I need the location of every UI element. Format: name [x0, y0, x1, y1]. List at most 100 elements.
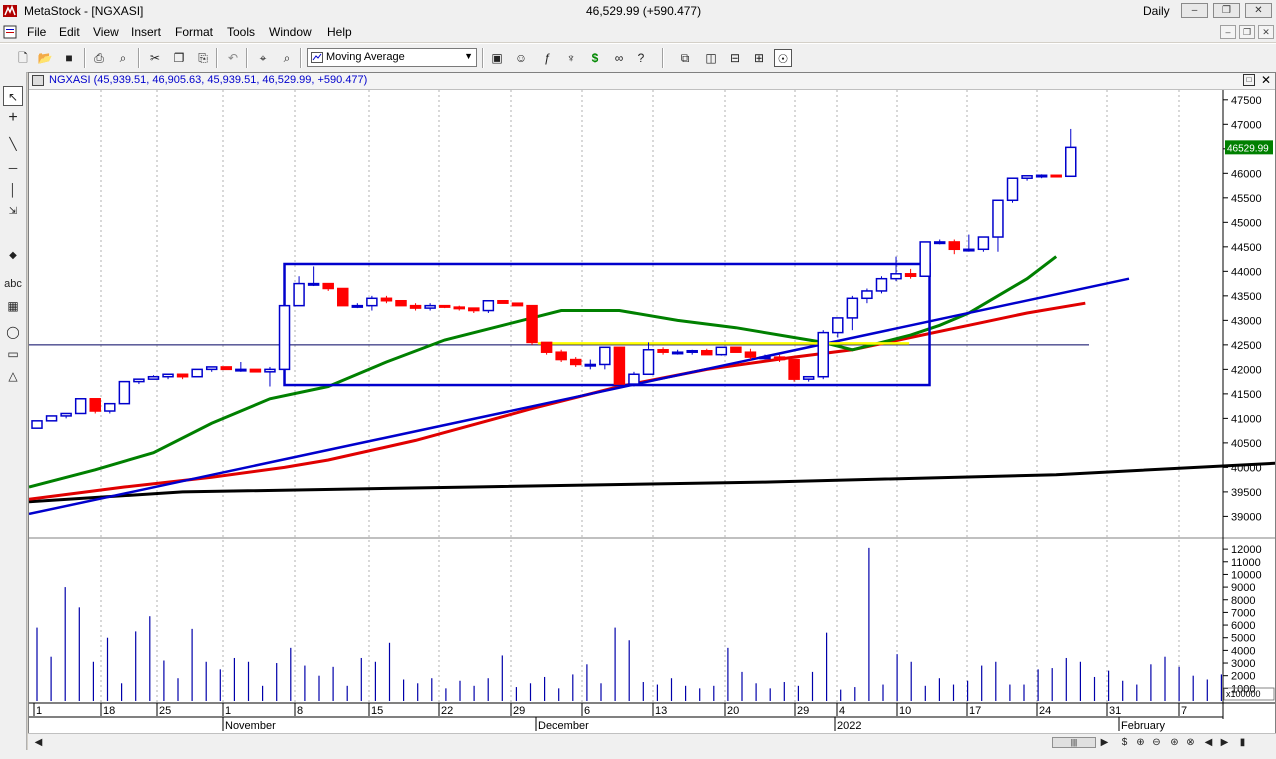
zoom-out-icon[interactable]: ⌕ [278, 49, 296, 67]
expert-advisor-icon[interactable]: ♆ [562, 49, 580, 67]
indicator-builder-icon[interactable]: ▣ [488, 49, 506, 67]
quote-readout: 46,529.99 (+590.477) [586, 4, 702, 18]
candle-body [511, 302, 524, 307]
candle [60, 412, 72, 419]
menu-view[interactable]: View [93, 25, 119, 39]
tile-icon[interactable]: ⊞ [750, 49, 768, 67]
candle-body [1006, 177, 1019, 202]
zoom-in-x-icon[interactable]: ⊕ [1134, 736, 1147, 749]
candle-body [31, 420, 43, 429]
status-bar [0, 750, 1276, 759]
scroll-right-arrow-icon[interactable]: ▶ [1098, 736, 1111, 749]
triangle-icon[interactable]: △ [3, 366, 23, 386]
price-volume-chart[interactable]: 1 18 25 1 8 15 22 29 6 13 20 29 4 10 17 24 31 7November De… [29, 73, 1275, 733]
rectangle-icon[interactable]: ▭ [3, 344, 23, 364]
y-price-label: 44000 [1231, 266, 1262, 278]
system-tester-icon[interactable]: $ [586, 49, 604, 67]
snapshot-icon[interactable]: ☉ [774, 49, 792, 67]
scroll-thumb[interactable]: ||| [1052, 737, 1096, 748]
scroll-lock-icon[interactable]: ▮ [1236, 736, 1249, 749]
menu-insert[interactable]: Insert [131, 25, 161, 39]
undo-icon[interactable]: ↶ [224, 49, 242, 67]
scroll-begin-icon[interactable]: ◀ [1202, 736, 1215, 749]
scroll-end-icon[interactable]: ▶ [1218, 736, 1231, 749]
candle [701, 348, 713, 356]
candle-body [176, 373, 189, 378]
restore-button[interactable]: ❐ [1213, 3, 1240, 18]
y-volume-label: 4000 [1231, 645, 1255, 657]
candle-body [933, 241, 946, 245]
vertical-line-icon[interactable]: │ [3, 180, 23, 200]
indicator-select[interactable]: Moving Average ▼ [307, 48, 477, 67]
tile-vertical-icon[interactable]: ◫ [702, 49, 720, 67]
formula-icon[interactable]: ƒ [538, 49, 556, 67]
ellipse-icon[interactable]: ◯ [3, 322, 23, 342]
chart-window[interactable]: NGXASI (45,939.51, 46,905.63, 45,939.51,… [28, 72, 1276, 740]
candle [686, 349, 698, 355]
candle-body [599, 346, 611, 366]
candle-body [497, 299, 509, 304]
cascade-icon[interactable]: ⧉ [676, 49, 694, 67]
mdi-restore-button[interactable]: ❐ [1239, 25, 1255, 39]
cut-icon[interactable]: ✂ [146, 49, 164, 67]
menu-tools[interactable]: Tools [227, 25, 255, 39]
y-volume-label: 5000 [1231, 633, 1255, 645]
binoculars-icon[interactable]: ∞ [610, 49, 628, 67]
help-icon[interactable]: ? [632, 49, 650, 67]
fibonacci-arc-icon[interactable]: ◆ [3, 246, 23, 266]
zoom-out-x-icon[interactable]: ⊖ [1150, 736, 1163, 749]
candle [628, 371, 640, 387]
zoom-all-icon[interactable]: ⊗ [1184, 736, 1197, 749]
scroll-left-arrow-icon[interactable]: ◀ [32, 736, 45, 749]
menu-format[interactable]: Format [175, 25, 213, 39]
zoom-icon[interactable]: ⌖ [254, 49, 272, 67]
tile-horizontal-icon[interactable]: ⊟ [726, 49, 744, 67]
grid-icon[interactable]: ▦ [3, 296, 23, 316]
open-icon[interactable]: 📂 [36, 49, 54, 67]
minimize-button[interactable]: – [1181, 3, 1208, 18]
paste-icon[interactable]: ⎘ [194, 49, 212, 67]
trendline-icon[interactable]: ╲ [3, 134, 23, 154]
candle-body [191, 368, 203, 378]
y-price-label: 41000 [1231, 413, 1262, 425]
menu-help[interactable]: Help [327, 25, 352, 39]
y-volume-label: 9000 [1231, 582, 1255, 594]
candle [948, 239, 961, 255]
print-preview-icon[interactable]: ⌕ [114, 49, 132, 67]
save-icon[interactable]: ■ [60, 49, 78, 67]
zoom-dollar-icon[interactable]: $ [1118, 736, 1131, 749]
window-title: MetaStock - [NGXASI] [24, 4, 144, 18]
mdi-close-button[interactable]: ✕ [1258, 25, 1274, 39]
candle-body [613, 346, 626, 385]
pointer-icon[interactable]: ↖ [3, 86, 23, 106]
x-day-label: 20 [727, 705, 739, 717]
menu-window[interactable]: Window [269, 25, 312, 39]
crosshair-icon[interactable]: + [3, 108, 23, 128]
copy-icon[interactable]: ❐ [170, 49, 188, 67]
new-icon[interactable]: 🗋 [14, 49, 32, 67]
text-tool-icon[interactable]: abc [3, 274, 23, 294]
close-button[interactable]: ✕ [1245, 3, 1272, 18]
candle-body [278, 304, 291, 371]
horizontal-scrollbar[interactable]: ◀ ||| ▶ $ ⊕ ⊖ ⊛ ⊗ ◀ ▶ ▮ [28, 733, 1276, 751]
document-icon[interactable] [3, 25, 17, 39]
zoom-y-icon[interactable]: ⊛ [1168, 736, 1181, 749]
candle-body [904, 273, 917, 277]
candle [380, 295, 393, 304]
chevron-down-icon[interactable]: ▼ [464, 51, 473, 61]
explorer-icon[interactable]: ☺ [512, 49, 530, 67]
trendline [29, 277, 1130, 516]
x-day-label: 15 [371, 705, 383, 717]
x-day-label: 17 [969, 705, 981, 717]
print-icon[interactable]: ⎙ [90, 49, 108, 67]
horizontal-line-icon[interactable]: ─ [3, 158, 23, 178]
candle-body [438, 304, 451, 308]
fibonacci-icon[interactable]: ⇲ [3, 202, 23, 222]
mdi-minimize-button[interactable]: – [1220, 25, 1236, 39]
candle-body [60, 412, 72, 417]
candle [264, 366, 276, 387]
menu-edit[interactable]: Edit [59, 25, 80, 39]
main-toolbar: 🗋 📂 ■ ⎙ ⌕ ✂ ❐ ⎘ ↶ ⌖ ⌕ Moving Average ▼ ▣… [0, 43, 1276, 73]
y-price-label: 47500 [1231, 95, 1262, 107]
menu-file[interactable]: File [27, 25, 46, 39]
